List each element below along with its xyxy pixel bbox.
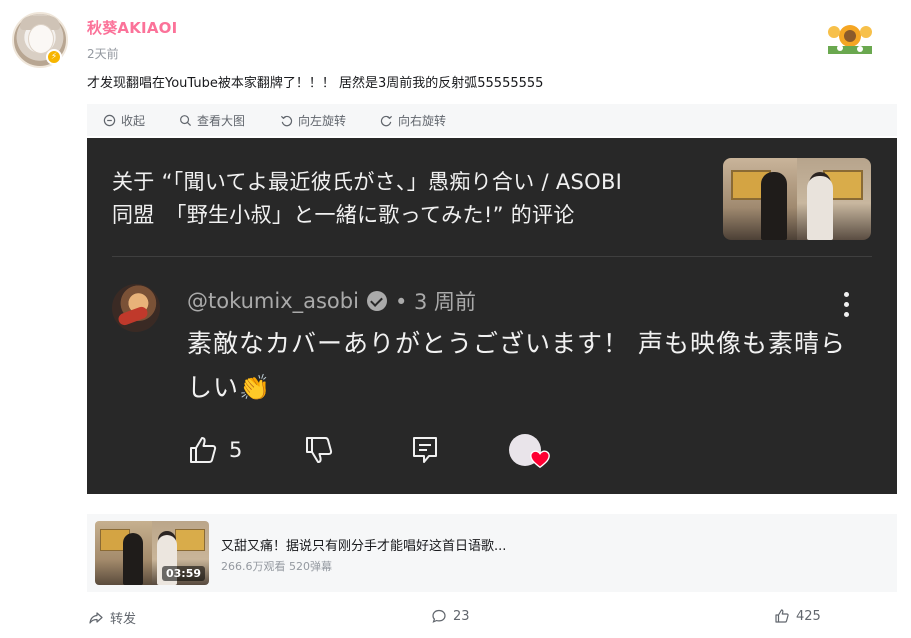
comment-icon [432,609,446,623]
share-button[interactable]: 转发 [88,608,136,627]
reply-comment-icon [413,437,437,463]
youtube-title-line-2: 同盟 「野生小叔」と一緒に歌ってみた!” 的评论 [112,203,575,227]
rotate-right-icon [380,115,393,127]
view-large-label: 查看大图 [197,114,246,128]
commenter-info: @tokumix_asobi • 3 周前 [187,286,476,316]
youtube-video-thumbnail [723,158,871,240]
view-large-button[interactable]: 查看大图 [179,112,245,129]
youtube-title-line-1: 关于 “「聞いてよ最近彼氏がさ、」愚痴り合い / ASOBI [112,170,623,194]
commenter-handle: @tokumix_asobi [187,289,359,313]
video-stats: 266.6万观看 520弹幕 [221,560,332,573]
minus-circle-icon [103,114,116,127]
collapse-label: 收起 [121,114,146,128]
like-action: 5 [187,434,242,466]
youtube-title: 关于 “「聞いてよ最近彼氏がさ、」愚痴り合い / ASOBI 同盟 「野生小叔」… [112,166,712,232]
video-card[interactable]: 03:59 又甜又痛！据说只有刚分手才能唱好这首日语歌... 266.6万观看 … [87,514,897,592]
rotate-left-label: 向左旋转 [298,114,347,128]
youtube-comment-screenshot[interactable]: 关于 “「聞いてよ最近彼氏がさ、」愚痴り合い / ASOBI 同盟 「野生小叔」… [87,138,897,494]
share-label: 转发 [110,612,137,627]
verified-badge-icon: ⚡ [46,49,62,65]
thumbs-up-icon [190,437,217,463]
like-count: 5 [229,438,243,462]
username[interactable]: 秋葵AKIAOI [87,17,177,38]
rotate-left-icon [280,115,293,127]
like-count: 425 [796,608,821,624]
search-icon [180,115,192,127]
rotate-right-label: 向右旋转 [398,114,447,128]
commenter-avatar [112,284,160,332]
share-icon [89,611,103,624]
video-title[interactable]: 又甜又痛！据说只有刚分手才能唱好这首日语歌... [221,535,506,554]
video-thumbnail[interactable]: 03:59 [95,521,209,585]
verified-check-icon [366,291,387,311]
sunflower-decoration-icon [826,20,874,56]
rotate-left-button[interactable]: 向左旋转 [280,112,346,129]
video-duration: 03:59 [161,566,205,581]
comment-time: • 3 周前 [394,290,477,314]
comment-button[interactable]: 23 [431,608,470,624]
more-options-icon [841,292,851,322]
reply-action [409,434,441,466]
image-toolbar: 收起 查看大图 向左旋转 向右旋转 [87,104,897,136]
like-button[interactable]: 425 [774,608,821,624]
thumbs-down-icon [306,437,333,463]
divider [112,256,872,257]
post-text: 才发现翻唱在YouTube被本家翻牌了！！！ 居然是3周前我的反射弧555555… [87,76,544,91]
heart-icon [530,450,550,469]
rotate-right-button[interactable]: 向右旋转 [380,112,446,129]
dislike-action [303,434,335,466]
comment-count: 23 [453,608,470,624]
thumbs-up-icon [775,609,789,623]
collapse-button[interactable]: 收起 [103,112,145,129]
post-time: 2天前 [87,47,119,61]
comment-text: 素敵なカバーありがとうございます！ 声も映像も素晴らしい👏 [187,329,846,402]
